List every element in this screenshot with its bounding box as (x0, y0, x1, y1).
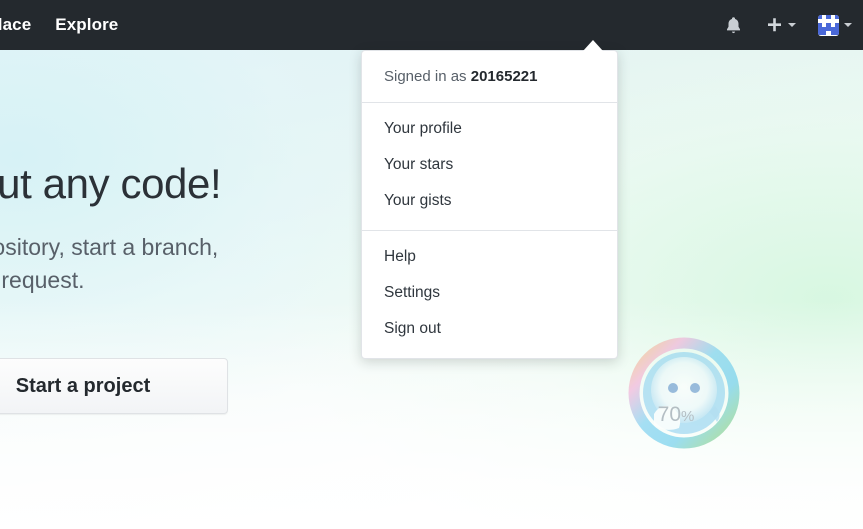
start-a-project-button[interactable]: Start a project (0, 358, 228, 414)
menu-item-your-profile[interactable]: Your profile (362, 112, 617, 148)
menu-item-your-gists[interactable]: Your gists (362, 184, 617, 220)
account-dropdown-menu: Signed in as 20165221 Your profile Your … (361, 50, 618, 359)
progress-ring-svg (628, 337, 740, 449)
nav-link-marketplace[interactable]: etplace (0, 15, 31, 35)
character-eye-right (690, 383, 700, 393)
page-title: thout any code! (0, 160, 222, 207)
menu-item-your-stars[interactable]: Your stars (362, 148, 617, 184)
top-navigation-bar: etplace Explore (0, 0, 863, 50)
hero-subtitle: a repository, start a branch, a pull req… (0, 231, 360, 296)
page-root: thout any code! a repository, start a br… (0, 0, 863, 529)
notifications-button[interactable] (711, 0, 755, 50)
hero-text-block: thout any code! a repository, start a br… (0, 160, 360, 296)
hero-subtitle-line-1: a repository, start a branch, (0, 234, 219, 261)
dropdown-arrow-tip (583, 40, 603, 51)
nav-actions-group (711, 0, 863, 50)
bell-icon (726, 16, 740, 33)
signed-in-username: 20165221 (470, 68, 538, 85)
nav-link-explore[interactable]: Explore (55, 15, 118, 35)
signed-in-as-label: Signed in as 20165221 (362, 51, 617, 102)
menu-group-account: Help Settings Sign out (362, 231, 617, 358)
account-menu-button[interactable] (807, 0, 863, 50)
chevron-down-icon (788, 23, 796, 27)
character-eye-left (668, 383, 678, 393)
chevron-down-icon (844, 23, 852, 27)
avatar (818, 14, 839, 36)
menu-item-sign-out[interactable]: Sign out (362, 312, 617, 348)
signed-in-prefix: Signed in as (384, 68, 467, 85)
nav-links-group: etplace Explore (0, 0, 118, 50)
plus-icon (768, 17, 781, 31)
hero-subtitle-line-2: a pull request. (0, 266, 85, 293)
menu-group-profile: Your profile Your stars Your gists (362, 103, 617, 230)
create-new-button[interactable] (755, 0, 807, 50)
progress-widget: 70% (623, 332, 745, 454)
menu-item-help[interactable]: Help (362, 240, 617, 276)
menu-item-settings[interactable]: Settings (362, 276, 617, 312)
